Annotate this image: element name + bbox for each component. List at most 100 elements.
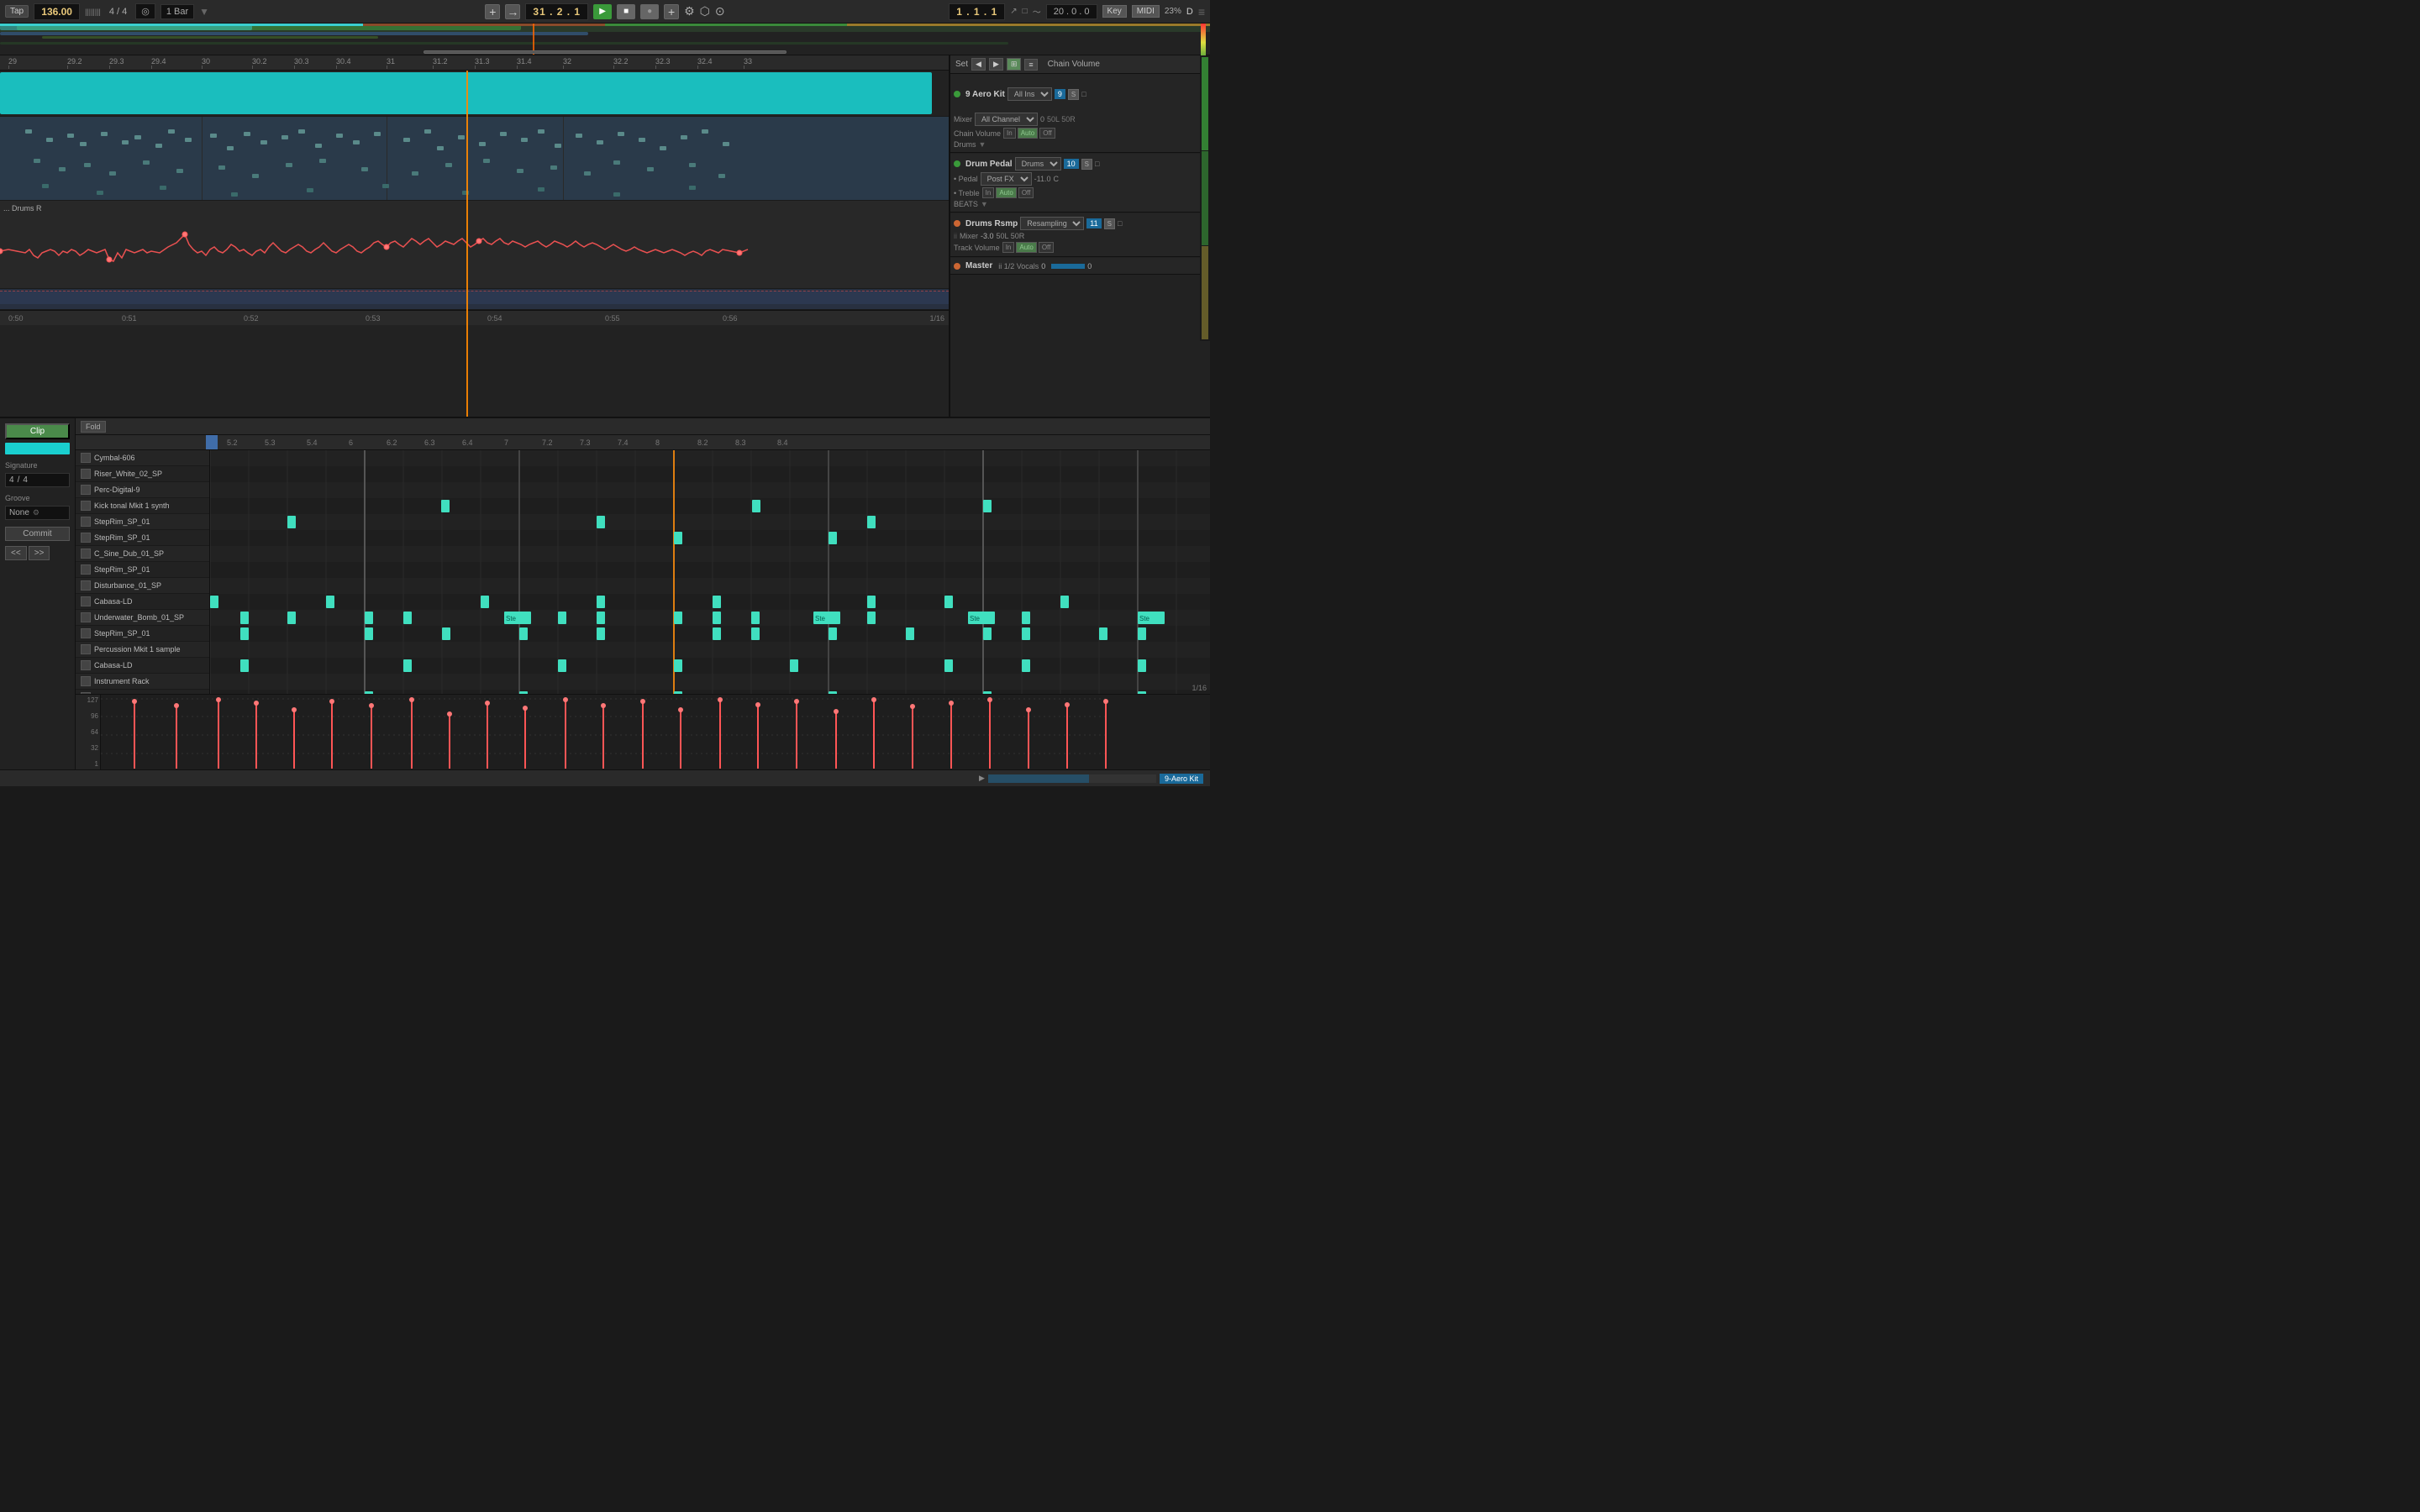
tap-button[interactable]: Tap [5,5,29,18]
drum-row-underwater: Underwater_Bomb_01_SP [76,610,209,626]
channel-select[interactable]: All Channel [975,113,1038,126]
play-button[interactable]: ▶ [593,4,612,19]
off-btn3[interactable]: Off [1039,242,1055,253]
fold-header: Fold [76,418,1210,435]
transport-right: 1 . 1 . 1 ↗ □ 〜 20 . 0 . 0 Key MIDI 23% … [732,3,1205,20]
ruler-mark: 30.3 [294,57,309,66]
groove-value[interactable]: None ⚙ [5,506,70,520]
record-button[interactable]: ● [640,4,659,19]
s-button[interactable]: S [1068,89,1079,100]
auto-btn[interactable]: Auto [1018,128,1038,139]
postfx-select[interactable]: Post FX [981,172,1032,186]
master-val2: 0 [1087,262,1092,270]
drum-pad[interactable] [81,676,91,686]
stop-button[interactable]: ■ [617,4,635,19]
automation-svg [0,201,949,288]
drums-select[interactable]: Drums [1015,157,1061,171]
time-sig-display[interactable]: 4 / 4 [106,5,130,18]
ruler-mark: 32 [563,57,571,66]
ruler-mark: 30.4 [336,57,351,66]
overview-section[interactable] [0,24,1210,55]
right-panel: Set ◀ ▶ ⊞ ≡ Chain Volume 9 Aero Kit All … [950,55,1210,417]
drum-row-instr: Instrument Rack [76,674,209,690]
bar-size-display[interactable]: 1 Bar [160,4,194,19]
bottom-section: Clip Signature 4 / 4 Groove None ⚙ Commi… [0,417,1210,769]
vol-label: 0 [1040,115,1044,123]
right-panel-header: Set ◀ ▶ ⊞ ≡ Chain Volume [950,55,1210,74]
fold-button[interactable]: Fold [81,421,106,433]
drum-pad[interactable] [81,549,91,559]
drum-pad[interactable] [81,564,91,575]
track-row-small[interactable] [0,289,949,310]
off-btn[interactable]: Off [1039,128,1055,139]
drum-row-cymbal: Cymbal-606 [76,450,209,466]
r-indicator3: □ [1118,219,1122,228]
transport-left: Tap 136.00 |||||||| 4 / 4 ◎ 1 Bar ▼ [5,3,478,20]
drums-dropdown[interactable]: ▼ [979,140,986,149]
drum-pad[interactable] [81,485,91,495]
s-button2[interactable]: S [1081,159,1092,170]
drum-pad[interactable] [81,660,91,670]
track-row-midi[interactable] [0,117,949,201]
commit-button[interactable]: Commit [5,527,70,541]
auto-btn2[interactable]: Auto [996,187,1016,198]
in-btn2[interactable]: In [982,187,995,198]
transport-center: + → 31 . 2 . 1 ▶ ■ ● + ⚙ ⬡ ⊙ [485,3,724,20]
device-number3: 11 [1086,218,1101,228]
device-number2: 10 [1064,159,1079,169]
auto-btn3[interactable]: Auto [1016,242,1036,253]
add3-button[interactable]: + [664,4,679,19]
signature-value[interactable]: 4 / 4 [5,473,70,487]
resampling-select[interactable]: Resampling [1020,217,1084,230]
metro-display[interactable]: ◎ [135,3,155,19]
in-btn[interactable]: In [1003,128,1016,139]
top-bar: Tap 136.00 |||||||| 4 / 4 ◎ 1 Bar ▼ + → … [0,0,1210,24]
overview-scroll-indicator[interactable] [424,50,786,54]
in-btn3[interactable]: In [1002,242,1015,253]
rph-view1[interactable]: ⊞ [1007,58,1022,71]
position-display[interactable]: 31 . 2 . 1 [525,3,588,20]
s-button3[interactable]: S [1104,218,1115,229]
right-position[interactable]: 1 . 1 . 1 [949,3,1005,20]
drum-pad[interactable] [81,644,91,654]
master-fader[interactable] [1051,264,1085,269]
rph-view2[interactable]: ≡ [1024,59,1037,71]
drum-pad[interactable] [81,453,91,463]
drum-pad[interactable] [81,533,91,543]
play-icon[interactable]: ▶ [979,774,985,783]
key-button[interactable]: Key [1102,5,1127,18]
add2-button[interactable]: → [505,4,520,19]
bpm-display[interactable]: 136.00 [34,3,80,20]
active-dot [954,91,960,97]
drum-pad[interactable] [81,612,91,622]
drum-pad[interactable] [81,596,91,606]
add-button[interactable]: + [485,4,500,19]
drum-grid[interactable]: Ste Ste Ste Ste [210,450,1210,694]
in-auto-off2: In Auto Off [982,187,1034,198]
drum-pad[interactable] [81,501,91,511]
arrangement-view: 29 29.2 29.3 29.4 30 30.2 30.3 30.4 31 3… [0,55,950,417]
rph-fwd[interactable]: ▶ [989,58,1003,71]
nav-prev-button[interactable]: << [5,546,27,560]
drum-row-steprim3: StepRim_SP_01 [76,562,209,578]
drum-pad[interactable] [81,517,91,527]
track-row-automation[interactable]: ... Drums R [0,201,949,289]
drum-pad[interactable] [81,628,91,638]
menu-icon[interactable]: ≡ [1198,5,1205,18]
drum-row-csine: C_Sine_Dub_01_SP [76,546,209,562]
clip-button[interactable]: Clip [5,423,70,439]
drum-pad[interactable] [81,469,91,479]
input-select[interactable]: All Ins [1007,87,1052,101]
midi-button[interactable]: MIDI [1132,5,1160,18]
ruler-mark: 31.2 [433,57,448,66]
off-btn2[interactable]: Off [1018,187,1034,198]
chain-volume-label: Chain Volume [1048,60,1100,69]
nav-next-button[interactable]: >> [29,546,50,560]
ruler-mark: 32.3 [655,57,671,66]
device-drum-pedal: Drum Pedal Drums 10 S □ • Pedal Post FX … [950,154,1210,213]
transport-scroll[interactable] [988,774,1156,783]
drum-pad[interactable] [81,580,91,591]
rph-back[interactable]: ◀ [971,58,986,71]
track-row-main[interactable] [0,71,949,117]
master-vol: 0 [1041,262,1045,270]
